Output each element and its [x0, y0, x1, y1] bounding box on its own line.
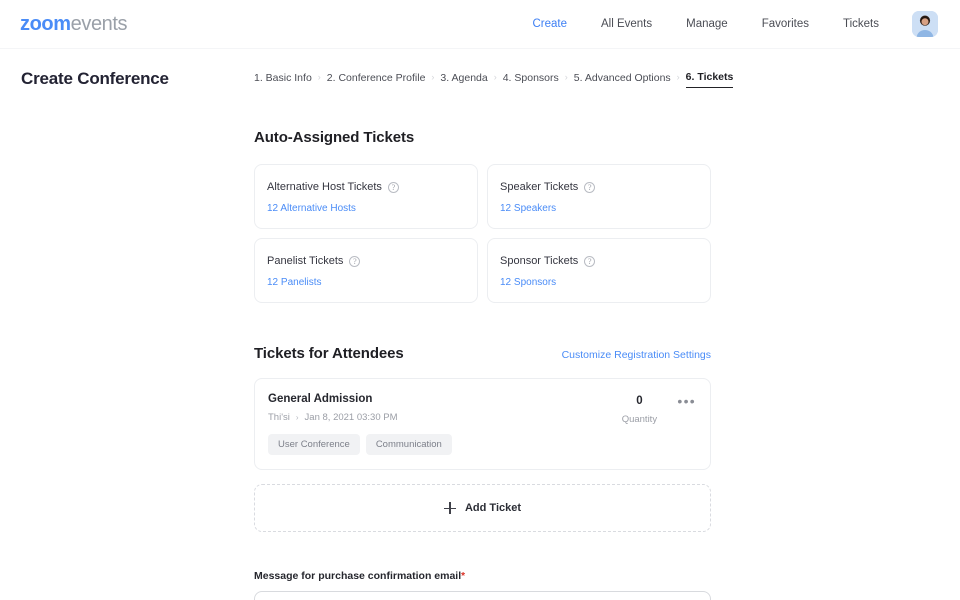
- chevron-right-icon: ›: [295, 412, 299, 422]
- card-alternative-host-tickets[interactable]: Alternative Host Tickets ? 12 Alternativ…: [254, 164, 478, 229]
- avatar[interactable]: [912, 11, 938, 37]
- help-icon[interactable]: ?: [584, 255, 596, 267]
- confirmation-message-input[interactable]: [254, 591, 711, 600]
- quantity-value: 0: [636, 395, 643, 407]
- card-title: Alternative Host Tickets ?: [267, 181, 465, 193]
- top-header: zoom events Create All Events Manage Fav…: [0, 0, 960, 49]
- card-link-panelists[interactable]: 12 Panelists: [267, 277, 465, 288]
- card-panelist-tickets[interactable]: Panelist Tickets ? 12 Panelists: [254, 238, 478, 303]
- nav-item-manage[interactable]: Manage: [669, 0, 745, 49]
- step-agenda[interactable]: 3. Agenda: [440, 72, 487, 88]
- add-ticket-button[interactable]: Add Ticket: [254, 484, 711, 532]
- confirmation-message-label: Message for purchase confirmation email*: [254, 570, 711, 582]
- breadcrumb-separator: ›: [564, 72, 568, 82]
- auto-assigned-title: Auto-Assigned Tickets: [254, 129, 415, 146]
- step-sponsors[interactable]: 4. Sponsors: [503, 72, 559, 88]
- help-icon[interactable]: ?: [349, 255, 361, 267]
- auto-assigned-section: Auto-Assigned Tickets Alternative Host T…: [254, 129, 711, 303]
- content-column: 1. Basic Info › 2. Conference Profile › …: [254, 49, 734, 600]
- help-icon[interactable]: ?: [387, 181, 399, 193]
- attendees-section: Tickets for Attendees Customize Registra…: [254, 345, 711, 532]
- customize-registration-settings-link[interactable]: Customize Registration Settings: [562, 349, 711, 361]
- nav-item-tickets[interactable]: Tickets: [826, 0, 896, 49]
- card-title-label: Speaker Tickets: [500, 181, 579, 193]
- logo-events-text: events: [70, 12, 128, 35]
- breadcrumb-separator: ›: [317, 72, 321, 82]
- tag-communication: Communication: [365, 434, 452, 455]
- zoom-events-logo[interactable]: zoom events: [20, 12, 128, 36]
- card-link-speakers[interactable]: 12 Speakers: [500, 203, 698, 214]
- add-ticket-label: Add Ticket: [464, 502, 522, 514]
- page-title: Create Conference: [21, 69, 169, 88]
- ticket-author: Thi'si: [268, 412, 290, 423]
- breadcrumb: 1. Basic Info › 2. Conference Profile › …: [254, 49, 734, 88]
- breadcrumb-separator: ›: [431, 72, 435, 82]
- card-link-sponsors[interactable]: 12 Sponsors: [500, 277, 698, 288]
- ticket-meta: Thi'si › Jan 8, 2021 03:30 PM: [268, 412, 613, 423]
- card-sponsor-tickets[interactable]: Sponsor Tickets ? 12 Sponsors: [487, 238, 711, 303]
- step-conference-profile[interactable]: 2. Conference Profile: [327, 72, 426, 88]
- ticket-quantity: 0 Quantity: [613, 393, 665, 425]
- step-advanced-options[interactable]: 5. Advanced Options: [574, 72, 671, 88]
- plus-icon: [443, 502, 456, 514]
- ticket-row-general-admission[interactable]: General Admission Thi'si › Jan 8, 2021 0…: [254, 378, 711, 470]
- attendees-section-header: Tickets for Attendees Customize Registra…: [254, 345, 711, 362]
- quantity-label: Quantity: [621, 414, 658, 425]
- breadcrumb-separator: ›: [676, 72, 680, 82]
- user-avatar-icon: [912, 11, 938, 37]
- ticket-date: Jan 8, 2021 03:30 PM: [304, 412, 398, 423]
- ticket-name: General Admission: [268, 393, 373, 405]
- step-tickets[interactable]: 6. Tickets: [685, 71, 734, 88]
- ticket-tags: User Conference Communication: [268, 434, 613, 455]
- card-link-alternative-hosts[interactable]: 12 Alternative Hosts: [267, 203, 465, 214]
- required-asterisk: *: [461, 571, 466, 582]
- confirmation-message-label-text: Message for purchase confirmation email: [254, 570, 462, 582]
- card-title: Sponsor Tickets ?: [500, 255, 698, 267]
- card-title-label: Alternative Host Tickets: [267, 181, 382, 193]
- logo-zoom-text: zoom: [20, 12, 71, 35]
- nav-item-create[interactable]: Create: [515, 0, 584, 49]
- card-title: Panelist Tickets ?: [267, 255, 465, 267]
- auto-assigned-card-grid: Alternative Host Tickets ? 12 Alternativ…: [254, 164, 711, 303]
- help-icon[interactable]: ?: [584, 181, 596, 193]
- tag-user-conference: User Conference: [268, 434, 360, 455]
- nav-item-favorites[interactable]: Favorites: [745, 0, 826, 49]
- card-title-label: Sponsor Tickets: [500, 255, 579, 267]
- ticket-details: General Admission Thi'si › Jan 8, 2021 0…: [268, 393, 613, 455]
- breadcrumb-separator: ›: [493, 72, 497, 82]
- nav-item-all-events[interactable]: All Events: [584, 0, 669, 49]
- step-basic-info[interactable]: 1. Basic Info: [254, 72, 312, 88]
- card-title: Speaker Tickets ?: [500, 181, 698, 193]
- page-body: Create Conference 1. Basic Info › 2. Con…: [0, 49, 960, 600]
- main-navigation: Create All Events Manage Favorites Ticke…: [515, 0, 938, 49]
- confirmation-message-block: Message for purchase confirmation email*: [254, 570, 711, 600]
- card-title-label: Panelist Tickets: [267, 255, 344, 267]
- more-options-icon[interactable]: •••: [677, 393, 696, 408]
- attendees-title: Tickets for Attendees: [254, 345, 404, 362]
- card-speaker-tickets[interactable]: Speaker Tickets ? 12 Speakers: [487, 164, 711, 229]
